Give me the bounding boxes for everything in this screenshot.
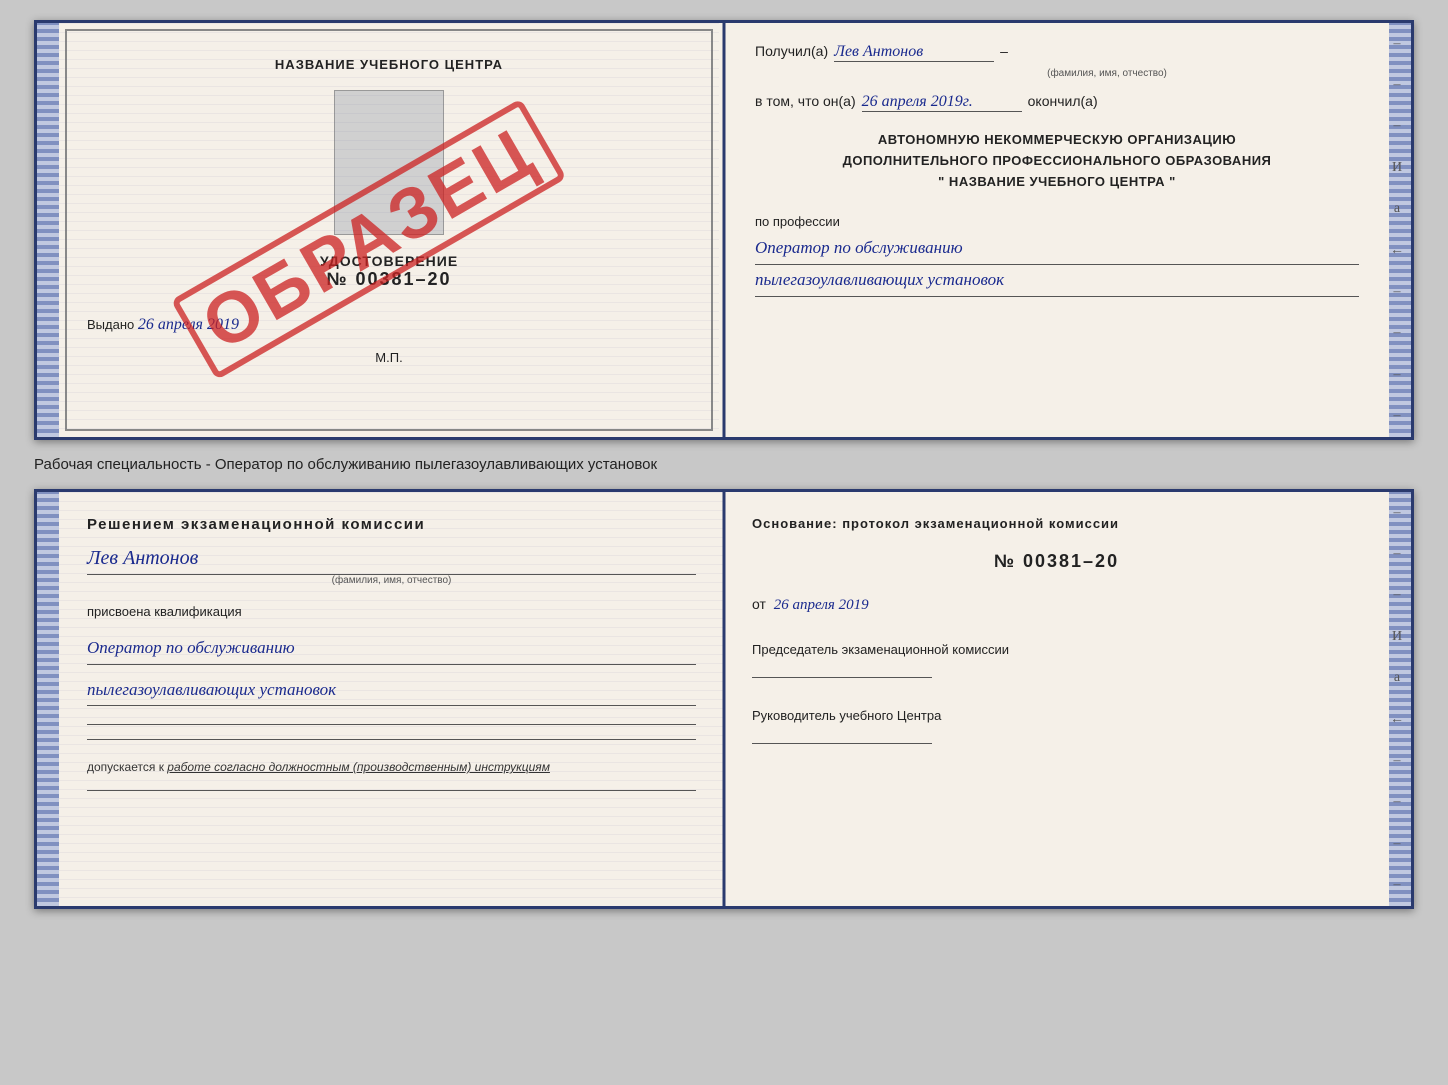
profession-block: по профессии Оператор по обслуживанию пы… (755, 214, 1359, 296)
chairman-block: Председатель экзаменационной комиссии (752, 642, 1361, 678)
org-name: " НАЗВАНИЕ УЧЕБНОГО ЦЕНТРА " (755, 172, 1359, 193)
cert-number-block: УДОСТОВЕРЕНИЕ № 00381–20 (320, 253, 458, 290)
name-sublabel: (фамилия, имя, отчество) (855, 68, 1359, 79)
protocol-number: № 00381–20 (752, 551, 1361, 572)
left-decorative-strip (37, 23, 59, 437)
right-side-dashes-top: – – – И а ← – – – – (1385, 23, 1409, 437)
head-block: Руководитель учебного Центра (752, 708, 1361, 744)
in-that-label: в том, что он(а) (755, 93, 856, 109)
school-title: НАЗВАНИЕ УЧЕБНОГО ЦЕНТРА (275, 57, 503, 72)
top-certificate-book: НАЗВАНИЕ УЧЕБНОГО ЦЕНТРА УДОСТОВЕРЕНИЕ №… (34, 20, 1414, 440)
mp-label: М.П. (375, 350, 402, 365)
qualification-label: присвоена квалификация (87, 604, 696, 619)
completion-date-field: 26 апреля 2019г. (862, 93, 1022, 112)
protocol-date-row: от 26 апреля 2019 (752, 596, 1361, 614)
issued-date: 26 апреля 2019 (138, 316, 239, 333)
profession-line1: Оператор по обслуживанию (755, 233, 1359, 265)
head-sig-line (752, 743, 932, 744)
head-label: Руководитель учебного Центра (752, 708, 1361, 723)
top-cert-right-page: Получил(а) Лев Антонов – (фамилия, имя, … (719, 23, 1389, 437)
sig-line1 (87, 724, 696, 725)
top-cert-left-page: НАЗВАНИЕ УЧЕБНОГО ЦЕНТРА УДОСТОВЕРЕНИЕ №… (59, 23, 719, 437)
decision-label: Решением экзаменационной комиссии (87, 516, 696, 533)
issued-label: Выдано (87, 317, 134, 332)
right-side-dashes-bottom: – – – И а ← – – – – (1385, 492, 1409, 906)
qual-line2: пылегазоулавливающих установок (87, 675, 696, 707)
sig-line2 (87, 739, 696, 740)
in-that-row: в том, что он(а) 26 апреля 2019г. окончи… (755, 93, 1359, 112)
protocol-date: 26 апреля 2019 (774, 597, 869, 613)
received-label: Получил(а) (755, 43, 828, 59)
recipient-name: Лев Антонов (834, 43, 923, 60)
received-row: Получил(а) Лев Антонов – (755, 43, 1359, 62)
org-line1: АВТОНОМНУЮ НЕКОММЕРЧЕСКУЮ ОРГАНИЗАЦИЮ (755, 130, 1359, 151)
finished-label: окончил(а) (1028, 93, 1098, 109)
allow-block: допускается к работе согласно должностны… (87, 760, 696, 774)
recipient-name-field: Лев Антонов (834, 43, 994, 62)
person-name-bottom: Лев Антонов (фамилия, имя, отчество) (87, 547, 696, 586)
chairman-label: Председатель экзаменационной комиссии (752, 642, 1361, 657)
left-decorative-strip-bottom (37, 492, 59, 906)
allow-prefix: допускается к (87, 760, 164, 774)
bottom-person-name: Лев Антонов (87, 547, 198, 569)
bottom-cert-left-page: Решением экзаменационной комиссии Лев Ан… (59, 492, 724, 906)
profession-line2: пылегазоулавливающих установок (755, 265, 1359, 297)
document-container: НАЗВАНИЕ УЧЕБНОГО ЦЕНТРА УДОСТОВЕРЕНИЕ №… (34, 20, 1414, 909)
chairman-sig-line (752, 677, 932, 678)
bottom-certificate-book: Решением экзаменационной комиссии Лев Ан… (34, 489, 1414, 909)
org-block: АВТОНОМНУЮ НЕКОММЕРЧЕСКУЮ ОРГАНИЗАЦИЮ ДО… (755, 130, 1359, 192)
issued-line: Выдано 26 апреля 2019 (87, 316, 691, 334)
completion-date: 26 апреля 2019г. (862, 93, 973, 110)
dash-separator: – (1000, 43, 1008, 59)
cert-label: УДОСТОВЕРЕНИЕ (320, 253, 458, 269)
qual-line1: Оператор по обслуживанию (87, 633, 696, 665)
photo-placeholder (334, 90, 444, 235)
sig-line3 (87, 790, 696, 791)
bottom-cert-right-page: Основание: протокол экзаменационной коми… (724, 492, 1389, 906)
cert-number: № 00381–20 (320, 269, 458, 290)
basis-label: Основание: протокол экзаменационной коми… (752, 516, 1361, 531)
date-prefix: от (752, 596, 766, 612)
specialty-text: Рабочая специальность - Оператор по обсл… (34, 450, 1414, 479)
allow-text: работе согласно должностным (производств… (167, 760, 550, 774)
profession-label: по профессии (755, 214, 1359, 229)
bottom-name-sublabel: (фамилия, имя, отчество) (87, 575, 696, 586)
org-line2: ДОПОЛНИТЕЛЬНОГО ПРОФЕССИОНАЛЬНОГО ОБРАЗО… (755, 151, 1359, 172)
